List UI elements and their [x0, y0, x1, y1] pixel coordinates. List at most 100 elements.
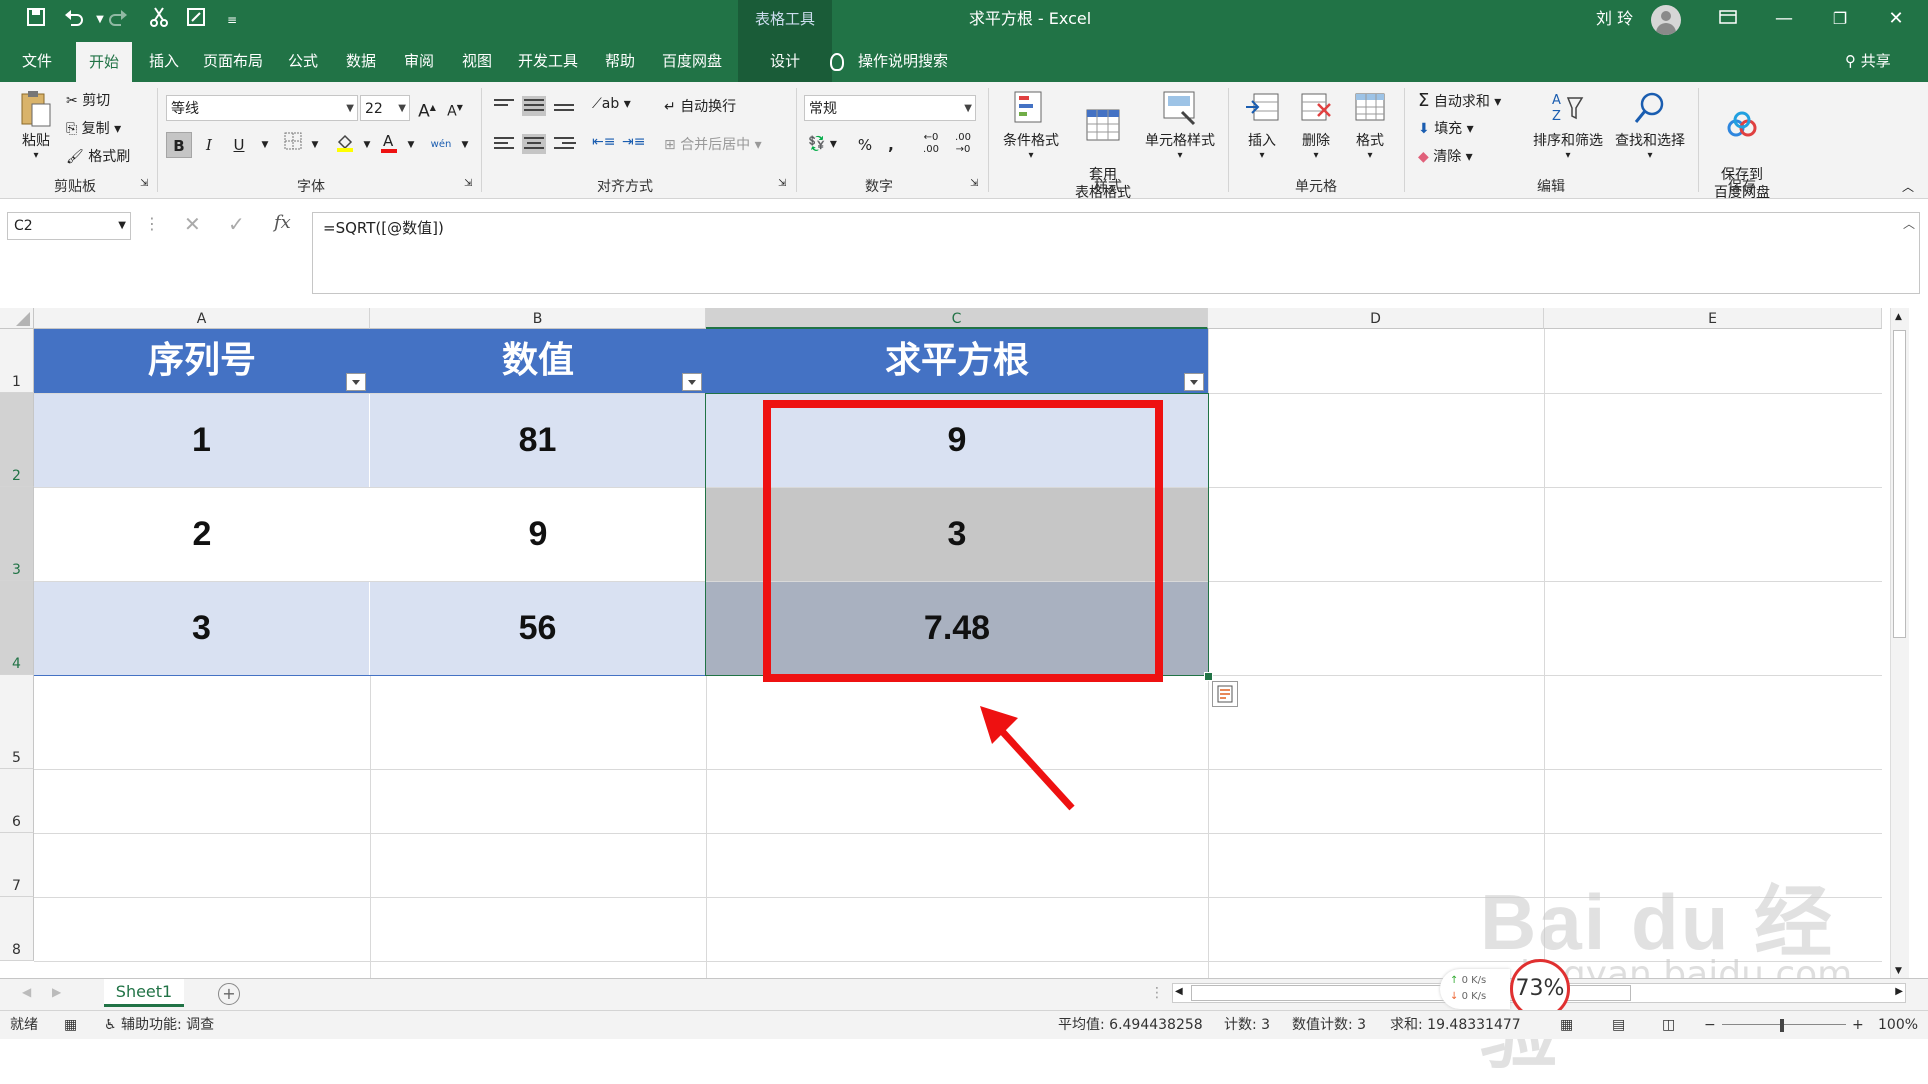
row-header-4[interactable]: 4	[0, 581, 34, 675]
decrease-indent-icon[interactable]: ⇤≡	[592, 134, 615, 150]
quick-save-icon[interactable]	[182, 6, 210, 34]
table-header-cell[interactable]: 数值	[370, 329, 706, 393]
tab-formulas[interactable]: 公式	[278, 40, 328, 82]
undo-icon[interactable]	[60, 6, 88, 34]
avatar[interactable]	[1651, 5, 1681, 35]
tab-design[interactable]: 设计	[738, 40, 832, 82]
collapse-ribbon-icon[interactable]: ︿	[1902, 178, 1914, 195]
shrink-font-button[interactable]: A▼	[442, 95, 468, 121]
sort-filter-button[interactable]: AZ 排序和筛选 ▾	[1528, 90, 1608, 161]
page-layout-view-icon[interactable]: ▤	[1612, 1011, 1625, 1039]
table-cell[interactable]: 3	[34, 582, 370, 675]
format-painter-button[interactable]: 🖌 格式刷	[66, 146, 130, 166]
fill-handle[interactable]	[1204, 672, 1213, 681]
phonetic-button[interactable]: wén	[428, 132, 454, 158]
scroll-up-icon[interactable]: ▲	[1895, 312, 1902, 322]
prev-sheet-icon[interactable]: ◀	[22, 985, 31, 999]
select-all-button[interactable]	[0, 308, 34, 329]
underline-dropdown-icon[interactable]: ▼	[252, 132, 278, 158]
font-color-dropdown-icon[interactable]: ▼	[398, 132, 424, 158]
table-header-cell[interactable]: 求平方根	[706, 329, 1208, 393]
tab-page-layout[interactable]: 页面布局	[196, 40, 270, 82]
alignment-launcher-icon[interactable]: ⇲	[778, 178, 786, 189]
quick-analysis-icon[interactable]	[1212, 681, 1238, 707]
page-break-view-icon[interactable]: ◫	[1662, 1011, 1675, 1039]
row-header-8[interactable]: 8	[0, 897, 34, 961]
insert-function-icon[interactable]: fx	[274, 212, 291, 233]
tab-baidu-netdisk[interactable]: 百度网盘	[654, 40, 730, 82]
tab-view[interactable]: 视图	[452, 40, 502, 82]
cancel-icon[interactable]: ✕	[184, 212, 201, 236]
cut-button[interactable]: ✂ 剪切	[66, 90, 110, 110]
minimize-button[interactable]: —	[1756, 0, 1812, 40]
zoom-out-icon[interactable]: −	[1704, 1011, 1716, 1039]
tab-help[interactable]: 帮助	[594, 40, 646, 82]
save-to-netdisk-button[interactable]: 保存到 百度网盘	[1706, 90, 1778, 220]
share-button[interactable]: ⚲ 共享	[1845, 40, 1891, 82]
find-select-button[interactable]: 查找和选择 ▾	[1610, 90, 1690, 161]
enter-icon[interactable]: ✓	[228, 212, 245, 236]
zoom-in-icon[interactable]: +	[1852, 1011, 1864, 1039]
underline-button[interactable]: U	[226, 132, 252, 158]
column-header-e[interactable]: E	[1544, 308, 1882, 329]
row-header-2[interactable]: 2	[0, 393, 34, 487]
filter-dropdown-icon[interactable]	[682, 373, 702, 391]
table-cell[interactable]: 2	[34, 488, 370, 581]
bold-button[interactable]: B	[166, 132, 192, 158]
fill-button[interactable]: ⬇ 填充 ▾	[1418, 118, 1474, 138]
split-handle-icon[interactable]: ⋮	[1150, 985, 1164, 1001]
zoom-slider-thumb[interactable]	[1780, 1019, 1784, 1032]
tab-insert[interactable]: 插入	[138, 40, 190, 82]
font-launcher-icon[interactable]: ⇲	[464, 178, 472, 189]
add-sheet-icon[interactable]: +	[218, 983, 240, 1005]
restore-button[interactable]: ❐	[1812, 0, 1868, 40]
clear-button[interactable]: ◆ 清除 ▾	[1418, 146, 1473, 166]
row-header-7[interactable]: 7	[0, 833, 34, 897]
column-header-d[interactable]: D	[1208, 308, 1544, 329]
delete-cells-button[interactable]: 删除 ▾	[1290, 90, 1342, 161]
wrap-text-button[interactable]: ↵ 自动换行	[664, 96, 736, 116]
format-cells-button[interactable]: 格式 ▾	[1344, 90, 1396, 161]
conditional-formatting-button[interactable]: 条件格式 ▾	[996, 90, 1066, 161]
row-header-5[interactable]: 5	[0, 675, 34, 769]
expand-formula-icon[interactable]: ︿	[1903, 215, 1915, 232]
vertical-scrollbar[interactable]: ▲ ▼	[1890, 308, 1909, 980]
vertical-scroll-thumb[interactable]	[1893, 330, 1906, 638]
align-top-icon[interactable]	[492, 96, 516, 116]
filter-dropdown-icon[interactable]	[1184, 373, 1204, 391]
align-center-icon[interactable]	[522, 134, 546, 154]
tab-review[interactable]: 审阅	[394, 40, 444, 82]
row-header-3[interactable]: 3	[0, 487, 34, 581]
zoom-slider[interactable]	[1722, 1024, 1846, 1025]
merge-center-button[interactable]: ⊞ 合并后居中 ▾	[664, 134, 762, 154]
align-bottom-icon[interactable]	[552, 96, 576, 116]
cut-icon[interactable]	[145, 6, 173, 34]
table-header-cell[interactable]: 序列号	[34, 329, 370, 393]
table-cell[interactable]: 81	[370, 394, 706, 487]
grow-font-button[interactable]: A▲	[414, 95, 440, 122]
format-as-table-button[interactable]: 套用 表格格式	[1070, 90, 1136, 220]
scroll-left-icon[interactable]: ◀	[1175, 986, 1183, 997]
font-size-combo[interactable]: 22 ▼	[360, 95, 410, 121]
accessibility-status[interactable]: ♿ 辅助功能: 调查	[104, 1011, 214, 1039]
align-middle-icon[interactable]	[522, 96, 546, 116]
clipboard-launcher-icon[interactable]: ⇲	[140, 178, 148, 189]
close-button[interactable]: ✕	[1868, 0, 1924, 40]
name-box[interactable]: C2 ▼	[7, 212, 131, 240]
decrease-decimal-icon[interactable]: .00 →0	[950, 132, 976, 158]
macro-record-icon[interactable]: ▦	[64, 1011, 77, 1039]
row-header-6[interactable]: 6	[0, 769, 34, 833]
font-name-combo[interactable]: 等线 ▼	[166, 95, 358, 121]
tab-data[interactable]: 数据	[336, 40, 386, 82]
table-cell[interactable]: 9	[370, 488, 706, 581]
phonetic-dropdown-icon[interactable]: ▼	[452, 132, 478, 158]
column-header-a[interactable]: A	[34, 308, 370, 329]
user-name[interactable]: 刘 玲	[1596, 0, 1633, 40]
normal-view-icon[interactable]: ▦	[1560, 1011, 1573, 1039]
zoom-level[interactable]: 100%	[1878, 1011, 1918, 1039]
row-header-1[interactable]: 1	[0, 329, 34, 393]
insert-cells-button[interactable]: 插入 ▾	[1236, 90, 1288, 161]
sheet-tab-sheet1[interactable]: Sheet1	[104, 979, 184, 1007]
autosum-button[interactable]: Σ 自动求和 ▾	[1418, 90, 1501, 111]
tab-developer[interactable]: 开发工具	[510, 40, 586, 82]
